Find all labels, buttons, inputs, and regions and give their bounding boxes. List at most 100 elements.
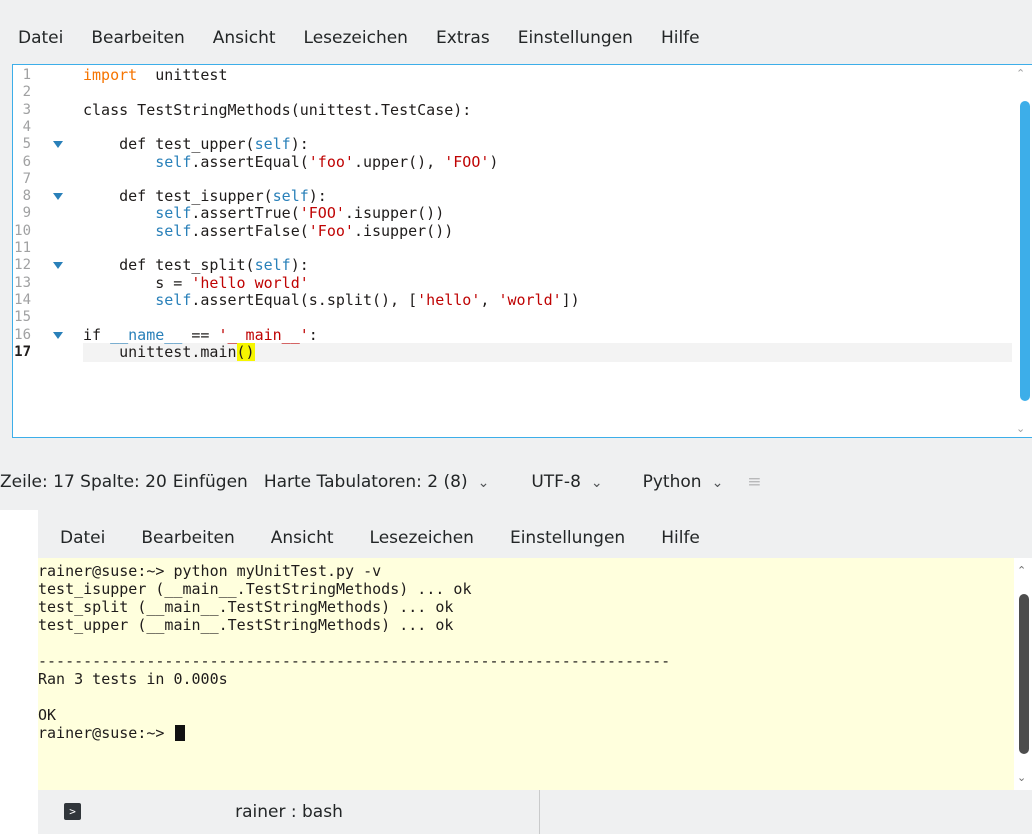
terminal-line: ----------------------------------------… bbox=[38, 652, 670, 670]
terminal-line-text: rainer@suse:~> bbox=[38, 724, 174, 742]
terminal-output[interactable]: ⌃ ⌄ rainer@suse:~> python myUnitTest.py … bbox=[38, 558, 1032, 790]
terminal-menu-item-datei[interactable]: Datei bbox=[60, 528, 123, 548]
terminal-menu-item-ansicht[interactable]: Ansicht bbox=[253, 528, 352, 548]
scroll-up-icon[interactable]: ⌃ bbox=[1017, 564, 1026, 577]
string-token: 'hello world' bbox=[191, 273, 309, 292]
terminal-menu-item-bearbeiten[interactable]: Bearbeiten bbox=[123, 528, 252, 548]
code-line: class TestStringMethods(unittest.TestCas… bbox=[83, 101, 471, 119]
self-token: self bbox=[155, 152, 192, 171]
line-number: 7 bbox=[22, 170, 31, 187]
line-number: 12 bbox=[14, 257, 31, 274]
line-number: 10 bbox=[14, 222, 31, 239]
line-number: 13 bbox=[14, 274, 31, 291]
scroll-up-icon[interactable]: ⌃ bbox=[1016, 67, 1025, 80]
editor-menu-item-ansicht[interactable]: Ansicht bbox=[199, 28, 290, 48]
terminal-line-text: test_isupper (__main__.TestStringMethods… bbox=[38, 580, 472, 598]
terminal-line: OK bbox=[38, 706, 56, 724]
editor-menu-item-hilfe[interactable]: Hilfe bbox=[647, 28, 714, 48]
editor-menu-item-datei[interactable]: Datei bbox=[18, 28, 77, 48]
line-number: 15 bbox=[14, 309, 31, 326]
code-editor[interactable]: 1 2 3 4 5 6 7 8 9 10 11 12 13 14 15 16 17 import unittes… bbox=[12, 64, 1032, 438]
line-number: 2 bbox=[22, 84, 31, 101]
string-token: 'hello' bbox=[417, 290, 481, 309]
code-token: ]) bbox=[561, 290, 580, 309]
code-token: ): bbox=[290, 135, 309, 154]
code-line: if __name__ == '__main__': bbox=[83, 325, 318, 344]
editor-menu-item-extras[interactable]: Extras bbox=[422, 28, 504, 48]
terminal-line-text: test_split (__main__.TestStringMethods) … bbox=[38, 598, 454, 616]
code-line: self.assertTrue('FOO'.isupper()) bbox=[83, 205, 444, 222]
terminal-menu-item-hilfe[interactable]: Hilfe bbox=[643, 528, 718, 548]
chevron-down-icon: ⌄ bbox=[590, 475, 603, 491]
scroll-down-icon[interactable]: ⌄ bbox=[1016, 422, 1025, 435]
editor-menubar: Datei Bearbeiten Ansicht Lesezeichen Extras E… bbox=[18, 16, 714, 60]
terminal-line: rainer@suse:~> python myUnitTest.py -v bbox=[38, 562, 381, 580]
code-token: .upper(), bbox=[353, 152, 445, 171]
self-token: __name__ bbox=[110, 325, 183, 344]
encoding-selector[interactable]: UTF-8 ⌄ bbox=[531, 472, 602, 492]
terminal-line: test_split (__main__.TestStringMethods) … bbox=[38, 598, 453, 616]
terminal-vertical-scrollbar[interactable]: ⌃ ⌄ bbox=[1014, 558, 1032, 790]
code-token: .isupper()) bbox=[353, 221, 454, 240]
terminal-cursor bbox=[175, 725, 186, 741]
code-line: s = 'hello world' bbox=[83, 273, 309, 292]
editor-window: Datei Bearbeiten Ansicht Lesezeichen Extras E… bbox=[0, 0, 1032, 510]
code-text-area[interactable]: import unittest class TestStringMethods(u… bbox=[83, 65, 1012, 437]
terminal-line: rainer@suse:~> bbox=[38, 724, 186, 742]
code-token: ): bbox=[308, 187, 327, 206]
code-line: unittest.main() bbox=[83, 342, 255, 361]
terminal-menu-item-lesezeichen[interactable]: Lesezeichen bbox=[352, 528, 492, 548]
input-mode[interactable]: Einfügen bbox=[173, 472, 248, 492]
string-token: 'foo' bbox=[308, 152, 354, 171]
string-token: 'world' bbox=[498, 290, 562, 309]
terminal-line: Ran 3 tests in 0.000s bbox=[38, 670, 228, 688]
code-token: unittest.main bbox=[83, 342, 237, 361]
editor-menu-item-lesezeichen[interactable]: Lesezeichen bbox=[290, 28, 422, 48]
line-number: 6 bbox=[22, 153, 31, 170]
code-token: def test_upper( bbox=[83, 135, 255, 154]
line-number-gutter[interactable]: 1 2 3 4 5 6 7 8 9 10 11 12 13 14 15 16 17 bbox=[13, 65, 83, 437]
string-token: 'FOO' bbox=[299, 204, 345, 223]
code-line: self.assertEqual('foo'.upper(), 'FOO') bbox=[83, 152, 499, 171]
editor-scroll-thumb[interactable] bbox=[1020, 101, 1030, 401]
fold-arrow-icon[interactable] bbox=[53, 331, 63, 339]
editor-statusbar: Zeile: 17 Spalte: 20 Einfügen Harte Tabu… bbox=[0, 460, 1032, 504]
editor-menu-item-einstellungen[interactable]: Einstellungen bbox=[504, 28, 647, 48]
terminal-menubar: Datei Bearbeiten Ansicht Lesezeichen Einstel… bbox=[60, 516, 718, 560]
code-token: : bbox=[308, 325, 318, 344]
indentation-label: Harte Tabulatoren: 2 (8) bbox=[263, 472, 468, 492]
terminal-menu-item-einstellungen[interactable]: Einstellungen bbox=[492, 528, 643, 548]
terminal-tab[interactable]: > rainer : bash bbox=[38, 790, 540, 834]
code-line: def test_isupper(self): bbox=[83, 188, 327, 205]
chevron-down-icon: ⌄ bbox=[711, 475, 724, 491]
line-number: 1 bbox=[22, 67, 31, 83]
menu-lines-icon[interactable]: ≡ bbox=[747, 472, 761, 492]
indentation-selector[interactable]: Harte Tabulatoren: 2 (8) ⌄ bbox=[264, 472, 490, 492]
code-token: .assertTrue( bbox=[191, 204, 300, 223]
scroll-down-icon[interactable]: ⌄ bbox=[1017, 771, 1026, 784]
code-token: ) bbox=[489, 152, 499, 171]
editor-vertical-scrollbar[interactable]: ⌃ ⌄ bbox=[1012, 65, 1032, 437]
fold-arrow-icon[interactable] bbox=[53, 141, 63, 149]
language-selector[interactable]: Python ⌄ bbox=[643, 472, 724, 492]
code-token: if bbox=[83, 325, 111, 344]
terminal-scroll-thumb[interactable] bbox=[1019, 594, 1029, 754]
chevron-down-icon: ⌄ bbox=[477, 475, 490, 491]
self-token: self bbox=[272, 187, 309, 206]
editor-menu-item-bearbeiten[interactable]: Bearbeiten bbox=[77, 28, 198, 48]
code-token: , bbox=[480, 290, 499, 309]
cursor-position[interactable]: Zeile: 17 Spalte: 20 bbox=[0, 472, 167, 492]
terminal-line-text: rainer@suse:~> python myUnitTest.py -v bbox=[38, 562, 382, 580]
self-token: self bbox=[155, 221, 192, 240]
fold-arrow-icon[interactable] bbox=[53, 262, 63, 270]
fold-arrow-icon[interactable] bbox=[53, 193, 63, 201]
terminal-line-text: ----------------------------------------… bbox=[38, 652, 671, 670]
code-token: .assertEqual(s.split(), [ bbox=[191, 290, 418, 309]
tab-label: rainer : bash bbox=[235, 802, 343, 822]
encoding-label: UTF-8 bbox=[531, 472, 581, 492]
code-token: .assertEqual( bbox=[191, 152, 309, 171]
keyword-token: import bbox=[83, 66, 138, 84]
